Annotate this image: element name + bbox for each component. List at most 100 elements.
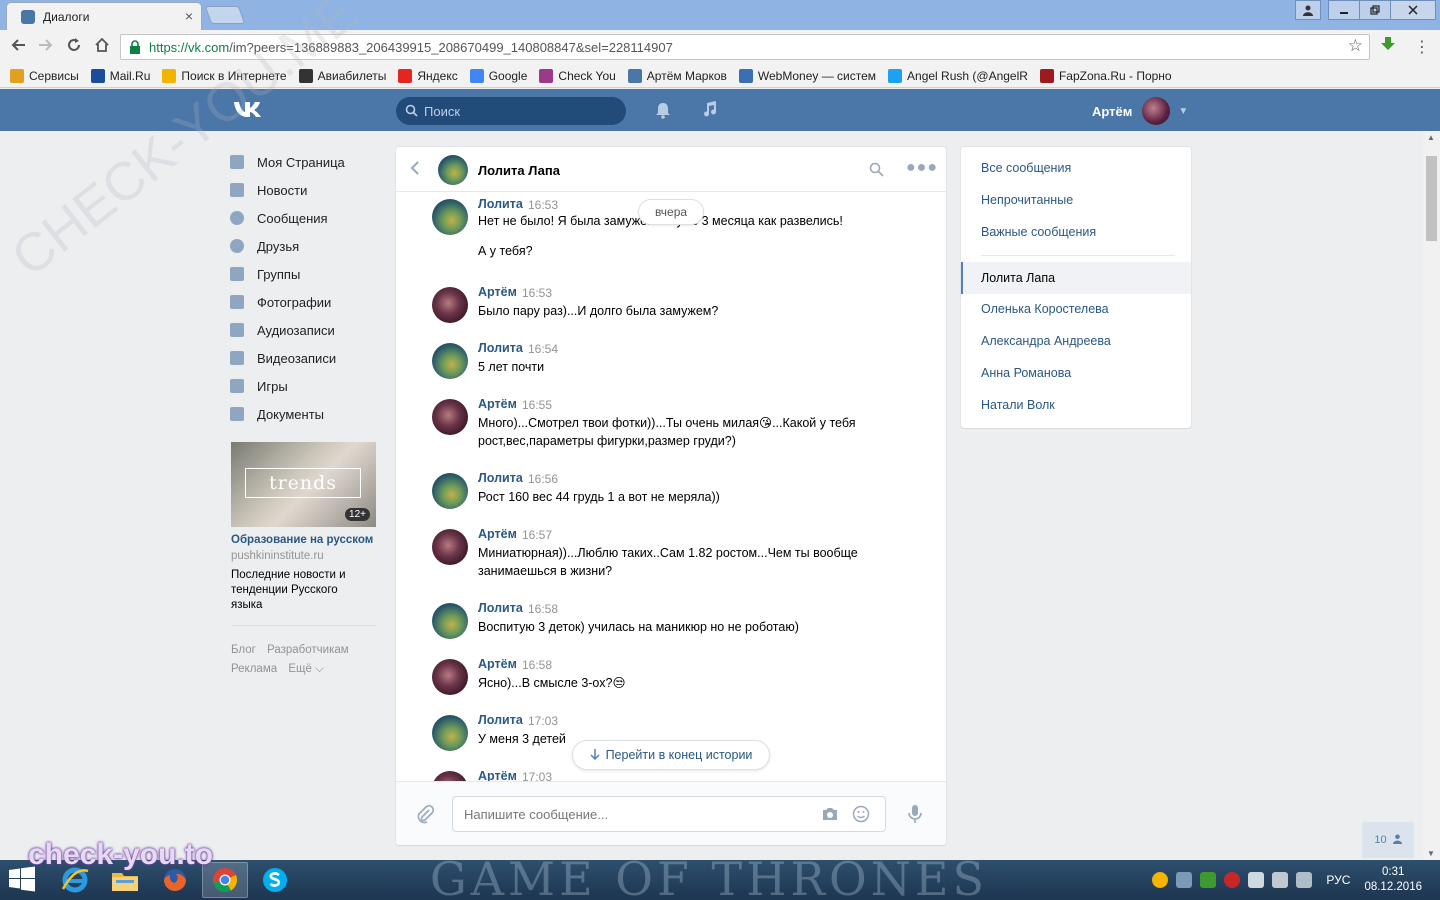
- message-author[interactable]: Лолита: [478, 713, 523, 727]
- message-filter-item[interactable]: Важные сообщения: [961, 216, 1191, 248]
- message-avatar[interactable]: [432, 199, 468, 235]
- forward-arrow-icon[interactable]: [36, 37, 56, 57]
- footer-link-blog[interactable]: Блог: [231, 644, 256, 656]
- more-options-icon[interactable]: ●●●: [906, 159, 938, 177]
- bookmark-item[interactable]: Авиабилеты: [298, 68, 386, 83]
- left-menu-item[interactable]: Сообщения: [230, 204, 380, 232]
- message-author[interactable]: Лолита: [478, 197, 523, 211]
- browser-tab[interactable]: Диалоги ×: [6, 2, 202, 30]
- promo-image[interactable]: trends 12+: [231, 442, 376, 527]
- tab-close-icon[interactable]: ×: [185, 8, 193, 24]
- dialog-item[interactable]: Оленька Коростелева: [961, 293, 1191, 325]
- scroll-down-icon[interactable]: ▼: [1427, 849, 1435, 858]
- vk-logo[interactable]: [232, 99, 264, 125]
- bookmark-item[interactable]: Сервисы: [10, 68, 79, 83]
- chat-avatar[interactable]: [438, 155, 468, 185]
- back-chevron-icon[interactable]: [410, 160, 420, 181]
- keyboard-language[interactable]: РУС: [1326, 873, 1350, 887]
- message-author[interactable]: Артём: [478, 285, 517, 299]
- tray-green-icon[interactable]: [1200, 872, 1217, 888]
- skype-taskbar-icon[interactable]: [252, 862, 298, 898]
- close-window-button[interactable]: [1390, 0, 1436, 20]
- steam-tray-icon[interactable]: [1176, 872, 1193, 888]
- bookmark-item[interactable]: WebMoney — систем: [738, 68, 876, 83]
- left-menu-item[interactable]: Документы: [230, 400, 380, 428]
- message-avatar[interactable]: [432, 659, 468, 695]
- left-menu-item[interactable]: Фотографии: [230, 288, 380, 316]
- download-extension-icon[interactable]: [1380, 36, 1398, 54]
- message-input[interactable]: [464, 806, 804, 822]
- bookmark-star-icon[interactable]: ☆: [1348, 36, 1363, 56]
- chat-title[interactable]: Лолита Лапа: [478, 163, 560, 178]
- message-input-box[interactable]: [452, 796, 886, 832]
- restore-button[interactable]: [1359, 0, 1391, 20]
- left-menu-item[interactable]: Аудиозаписи: [230, 316, 380, 344]
- message-avatar[interactable]: [432, 771, 468, 781]
- paperclip-icon[interactable]: [416, 804, 435, 827]
- bookmark-item[interactable]: Яндекс: [398, 68, 458, 83]
- message-avatar[interactable]: [432, 399, 468, 435]
- footer-link-developers[interactable]: Разработчикам: [267, 644, 349, 656]
- message-avatar[interactable]: [432, 529, 468, 565]
- network-icon[interactable]: [1272, 872, 1289, 888]
- bell-icon[interactable]: [654, 101, 672, 122]
- left-menu-item[interactable]: Игры: [230, 372, 380, 400]
- jump-to-end-button[interactable]: Перейти в конец истории: [572, 740, 770, 770]
- message-avatar[interactable]: [432, 343, 468, 379]
- tray-red-icon[interactable]: [1224, 872, 1241, 888]
- dialog-item[interactable]: Александра Андреева: [961, 325, 1191, 357]
- emoji-icon[interactable]: [852, 805, 870, 826]
- message-filter-item[interactable]: Непрочитанные: [961, 184, 1191, 216]
- left-menu-item[interactable]: Группы: [230, 260, 380, 288]
- page-scrollbar[interactable]: ▲ ▼: [1423, 131, 1440, 860]
- message-author[interactable]: Артём: [478, 527, 517, 541]
- browser-menu-icon[interactable]: ⋮: [1414, 37, 1430, 57]
- message-filter-item[interactable]: Все сообщения: [961, 152, 1191, 184]
- message-author[interactable]: Лолита: [478, 341, 523, 355]
- message-author[interactable]: Артём: [478, 397, 517, 411]
- system-clock[interactable]: 0:31 08.12.2016: [1364, 865, 1422, 895]
- message-avatar[interactable]: [432, 603, 468, 639]
- message-author[interactable]: Артём: [478, 657, 517, 671]
- new-tab-button[interactable]: [204, 6, 246, 24]
- dialog-item[interactable]: Натали Волк: [961, 389, 1191, 421]
- message-author[interactable]: Лолита: [478, 601, 523, 615]
- address-bar[interactable]: https://vk.com/im?peers=136889883_206439…: [120, 34, 1370, 60]
- minimize-button[interactable]: [1328, 0, 1360, 20]
- home-button-icon[interactable]: [92, 37, 112, 57]
- bookmark-item[interactable]: Google: [469, 68, 527, 83]
- dialog-item[interactable]: Анна Романова: [961, 357, 1191, 389]
- music-note-icon[interactable]: [701, 100, 719, 121]
- bookmark-item[interactable]: Артём Марков: [627, 68, 727, 83]
- vk-search-input[interactable]: [424, 103, 614, 119]
- bookmark-item[interactable]: Check You: [539, 68, 616, 83]
- footer-link-ads[interactable]: Реклама: [231, 663, 277, 675]
- left-menu-item[interactable]: Новости: [230, 176, 380, 204]
- left-menu-item[interactable]: Видеозаписи: [230, 344, 380, 372]
- chat-search-icon[interactable]: [869, 162, 884, 180]
- message-author[interactable]: Лолита: [478, 471, 523, 485]
- message-author[interactable]: Артём: [478, 769, 517, 781]
- footer-link-more[interactable]: Ещё ⌵: [288, 663, 323, 675]
- dialog-item[interactable]: Лолита Лапа: [961, 262, 1191, 294]
- message-avatar[interactable]: [432, 473, 468, 509]
- back-arrow-icon[interactable]: [8, 37, 28, 57]
- left-menu-item[interactable]: Друзья: [230, 232, 380, 260]
- bookmark-item[interactable]: FapZona.Ru - Порно: [1039, 68, 1172, 83]
- message-avatar[interactable]: [432, 287, 468, 323]
- left-menu-item[interactable]: Моя Страница: [230, 148, 380, 176]
- profile-icon[interactable]: [1295, 0, 1321, 20]
- message-avatar[interactable]: [432, 715, 468, 751]
- volume-icon[interactable]: [1296, 872, 1313, 888]
- bookmark-item[interactable]: Angel Rush (@AngelR: [888, 68, 1028, 83]
- online-friends-counter[interactable]: 10: [1362, 822, 1414, 858]
- camera-icon[interactable]: [821, 806, 839, 825]
- microphone-icon[interactable]: [908, 804, 922, 827]
- vk-search-box[interactable]: [396, 97, 626, 125]
- user-menu[interactable]: Артём ▼: [1092, 97, 1188, 125]
- scroll-up-icon[interactable]: ▲: [1427, 133, 1435, 142]
- bookmark-item[interactable]: Поиск в Интернете: [162, 68, 287, 83]
- scrollbar-thumb[interactable]: [1426, 156, 1437, 241]
- tray-app-icon[interactable]: [1152, 872, 1169, 888]
- reload-icon[interactable]: [64, 37, 84, 57]
